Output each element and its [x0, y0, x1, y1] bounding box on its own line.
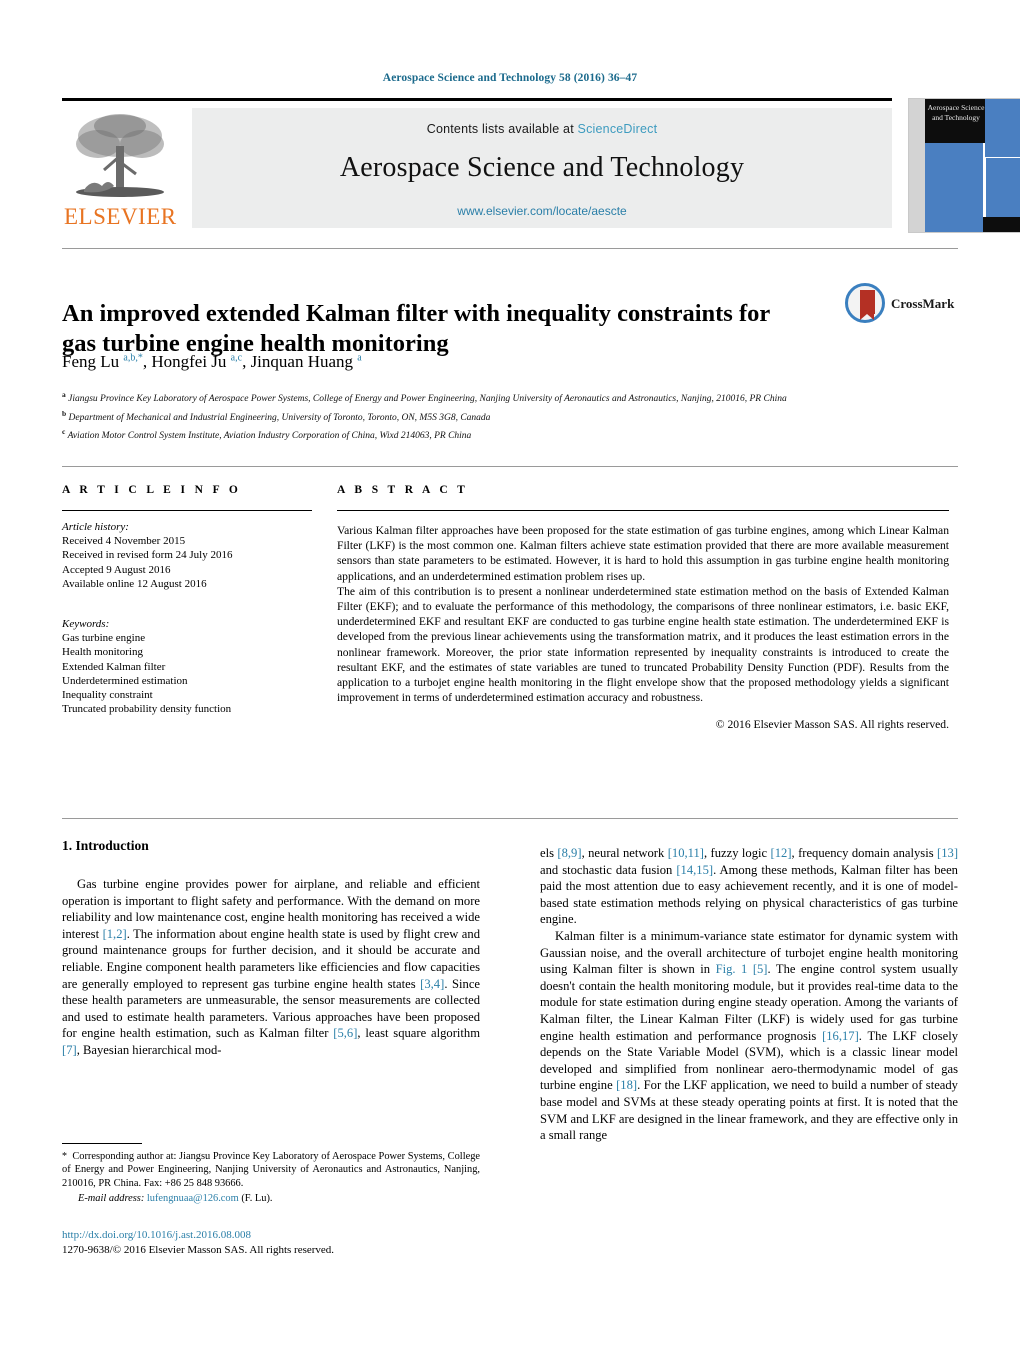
- crossmark-circle-icon: [845, 283, 885, 323]
- keywords-label: Keywords:: [62, 618, 110, 631]
- email-link[interactable]: lufengnuaa@126.com: [147, 1193, 239, 1204]
- history-item: Received 4 November 2015: [62, 535, 186, 548]
- email-line: E-mail address: lufengnuaa@126.com (F. L…: [62, 1192, 480, 1205]
- page-title: An improved extended Kalman filter with …: [62, 300, 770, 358]
- abstract-paragraph: Various Kalman filter approaches have be…: [337, 524, 949, 583]
- keyword-item: Truncated probability density function: [62, 703, 232, 716]
- affiliation-mark: b: [62, 408, 67, 418]
- abstract-heading: A B S T R A C T: [337, 484, 469, 496]
- sciencedirect-link[interactable]: ScienceDirect: [578, 122, 658, 136]
- crossmark-label: CrossMark: [891, 296, 955, 311]
- affiliation-text: Jiangsu Province Key Laboratory of Aeros…: [68, 394, 787, 405]
- contents-list-line: Contents lists available at ScienceDirec…: [192, 122, 892, 136]
- title-divider: [62, 248, 958, 249]
- abstract-rule: [337, 510, 949, 511]
- copyright-line: © 2016 Elsevier Masson SAS. All rights r…: [715, 718, 949, 732]
- keyword-item: Inequality constraint: [62, 689, 153, 702]
- article-info-heading: A R T I C L E I N F O: [62, 484, 242, 496]
- abstract-column: A B S T R A C T Various Kalman filter ap…: [337, 484, 949, 731]
- paper-page: Aerospace Science and Technology 58 (201…: [0, 0, 1020, 1351]
- keyword-item: Health monitoring: [62, 646, 143, 659]
- email-suffix: (F. Lu).: [241, 1193, 273, 1205]
- affiliation-item: b Department of Mechanical and Industria…: [62, 407, 882, 426]
- issn-copyright-line: 1270-9638/© 2016 Elsevier Masson SAS. Al…: [62, 1243, 335, 1256]
- affiliation-item: a Jiangsu Province Key Laboratory of Aer…: [62, 388, 882, 407]
- crossmark-badge[interactable]: CrossMark: [845, 283, 957, 325]
- body-divider: [62, 818, 958, 819]
- abstract-body: Various Kalman filter approaches have be…: [337, 523, 949, 705]
- keyword-item: Extended Kalman filter: [62, 660, 166, 673]
- history-item: Accepted 9 August 2016: [62, 563, 171, 576]
- cover-title-text: Aerospace Science and Technology: [927, 103, 985, 122]
- corresponding-author-text: * Corresponding author at: Jiangsu Provi…: [62, 1151, 480, 1189]
- journal-masthead: ELSEVIER Contents lists available at Sci…: [62, 98, 1020, 233]
- body-column-left: 1. Introduction Gas turbine engine provi…: [62, 838, 480, 1059]
- masthead-center-panel: Contents lists available at ScienceDirec…: [192, 108, 892, 228]
- keywords-block: Keywords: Gas turbine engine Health moni…: [62, 617, 312, 716]
- journal-cover-thumbnail: Aerospace Science and Technology: [908, 98, 1020, 233]
- cover-bottom-black: [983, 217, 1020, 232]
- affiliation-text: Aviation Motor Control System Institute,…: [67, 431, 472, 442]
- history-item: Available online 12 August 2016: [62, 577, 207, 590]
- intro-paragraph-right-1: els [8,9], neural network [10,11], fuzzy…: [540, 846, 959, 927]
- intro-paragraph-right-2: Kalman filter is a minimum-variance stat…: [540, 928, 958, 1143]
- email-label: E-mail address:: [78, 1193, 145, 1205]
- affiliation-item: c Aviation Motor Control System Institut…: [62, 425, 882, 444]
- corresponding-author-note: * Corresponding author at: Jiangsu Provi…: [62, 1150, 480, 1206]
- cover-top-right-block: [985, 99, 1020, 157]
- keyword-item: Underdetermined estimation: [62, 674, 188, 687]
- masthead-top-rule: [62, 98, 892, 101]
- cover-left-strip: [909, 99, 925, 232]
- footnote-divider: [62, 1143, 142, 1145]
- affiliation-mark: c: [62, 427, 66, 437]
- article-info-rule: [62, 510, 312, 511]
- journal-url-link[interactable]: www.elsevier.com/locate/aescte: [192, 204, 892, 218]
- intro-paragraph-left: Gas turbine engine provides power for ai…: [62, 877, 480, 1057]
- running-head: Aerospace Science and Technology 58 (201…: [382, 72, 638, 84]
- elsevier-tree-icon: [76, 114, 164, 197]
- journal-title: Aerospace Science and Technology: [339, 152, 745, 183]
- abstract-paragraph: The aim of this contribution is to prese…: [337, 584, 949, 705]
- affiliation-mark: a: [62, 390, 66, 399]
- info-divider: [62, 466, 958, 467]
- author-list: Feng Lu a,b,*, Hongfei Ju a,c, Jinquan H…: [62, 352, 362, 371]
- crossmark-bookmark-icon: [860, 290, 875, 320]
- affiliation-text: Department of Mechanical and Industrial …: [68, 412, 491, 423]
- cover-main-block: [925, 143, 983, 232]
- affiliation-list: a Jiangsu Province Key Laboratory of Aer…: [62, 388, 882, 444]
- history-item: Received in revised form 24 July 2016: [62, 549, 233, 562]
- doi-block: http://dx.doi.org/10.1016/j.ast.2016.08.…: [62, 1228, 492, 1257]
- keyword-item: Gas turbine engine: [62, 632, 146, 645]
- contents-prefix: Contents lists available at: [426, 122, 578, 136]
- elsevier-wordmark: ELSEVIER: [64, 204, 177, 229]
- article-history-label: Article history:: [62, 521, 129, 533]
- doi-link[interactable]: http://dx.doi.org/10.1016/j.ast.2016.08.…: [62, 1228, 492, 1243]
- article-history-block: Article history: Received 4 November 201…: [62, 520, 312, 591]
- body-column-right: els [8,9], neural network [10,11], fuzzy…: [540, 845, 958, 1144]
- elsevier-logo: ELSEVIER: [64, 108, 177, 229]
- section-heading-introduction: 1. Introduction: [62, 838, 149, 853]
- article-info-column: A R T I C L E I N F O Article history: R…: [62, 484, 312, 716]
- cover-right-block: [986, 158, 1020, 217]
